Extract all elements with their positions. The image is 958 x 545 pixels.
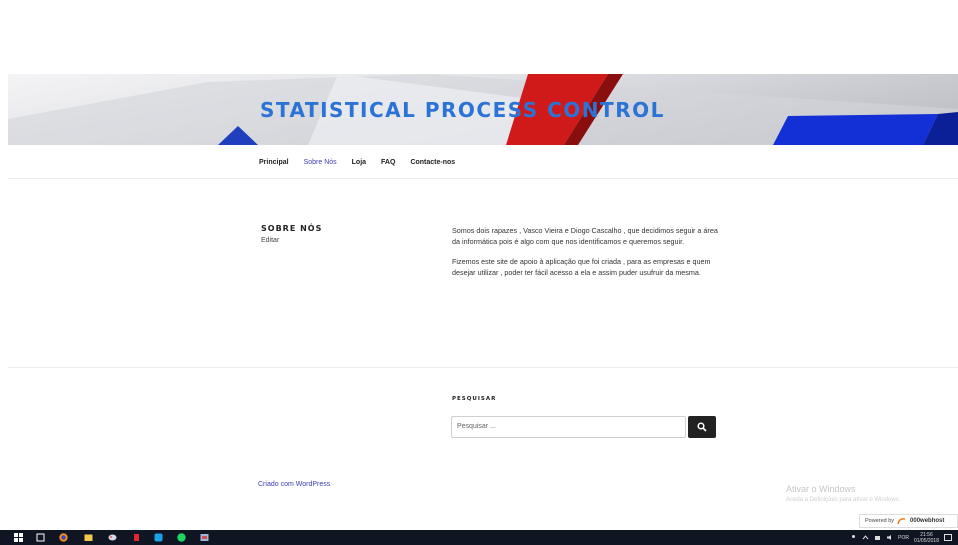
main-navigation: Principal Sobre Nós Loja FAQ Contacte-no…: [259, 159, 470, 173]
language-indicator[interactable]: POR: [898, 535, 909, 541]
page-title: SOBRE NÓS: [261, 224, 323, 233]
nav-item-faq[interactable]: FAQ: [381, 159, 395, 173]
page-content: Somos dois rapazes , Vasco Vieira e Diog…: [452, 226, 727, 288]
powered-by-badge[interactable]: Powered by 000webhost: [859, 514, 958, 528]
paint-icon[interactable]: [108, 533, 117, 542]
footer-divider: [8, 367, 958, 368]
notifications-icon[interactable]: [944, 534, 952, 541]
nav-item-contacte-nos[interactable]: Contacte-nos: [410, 159, 455, 173]
app-icon[interactable]: [200, 533, 209, 542]
windows-activation-subtitle: Aceda a Definições para ativar o Windows…: [786, 497, 901, 503]
skype-icon[interactable]: [154, 533, 163, 542]
site-title[interactable]: STATISTICAL PROCESS CONTROL: [260, 98, 665, 122]
people-icon[interactable]: [850, 534, 857, 541]
content-paragraph: Somos dois rapazes , Vasco Vieira e Diog…: [452, 226, 718, 246]
spotify-icon[interactable]: [177, 533, 186, 542]
windows-activation-title: Ativar o Windows: [786, 484, 856, 494]
footer-credit-link[interactable]: Criado com WordPress: [258, 481, 330, 488]
powered-by-brand: 000webhost: [910, 518, 945, 524]
network-icon[interactable]: [874, 534, 881, 541]
clock[interactable]: 21:56 01/05/2018: [914, 532, 939, 544]
task-view-icon[interactable]: [36, 533, 45, 542]
volume-icon[interactable]: [886, 534, 893, 541]
edit-link[interactable]: Editar: [261, 237, 279, 244]
header-banner: STATISTICAL PROCESS CONTROL: [8, 74, 958, 145]
nav-item-sobre-nos[interactable]: Sobre Nós: [304, 159, 337, 173]
file-explorer-icon[interactable]: [84, 533, 93, 542]
windows-start-icon[interactable]: [14, 533, 23, 542]
nav-item-loja[interactable]: Loja: [352, 159, 366, 173]
xampp-icon[interactable]: [132, 533, 141, 542]
webhost-logo-icon: [897, 518, 906, 525]
chevron-up-icon[interactable]: [862, 534, 869, 541]
content-paragraph: Fizemos este site de apoio à aplicação q…: [452, 257, 711, 277]
system-tray: POR 21:56 01/05/2018: [850, 531, 952, 544]
search-input[interactable]: Pesquisar ...: [451, 416, 686, 438]
search-icon: [697, 422, 707, 432]
clock-date: 01/05/2018: [913, 537, 939, 544]
windows-taskbar: POR 21:56 01/05/2018: [0, 530, 958, 545]
powered-by-label: Powered by: [865, 518, 895, 524]
search-widget-title: PESQUISAR: [452, 396, 497, 402]
search-button[interactable]: [688, 416, 716, 438]
firefox-icon[interactable]: [59, 533, 68, 542]
nav-divider: [8, 178, 958, 179]
nav-item-principal[interactable]: Principal: [259, 159, 289, 173]
